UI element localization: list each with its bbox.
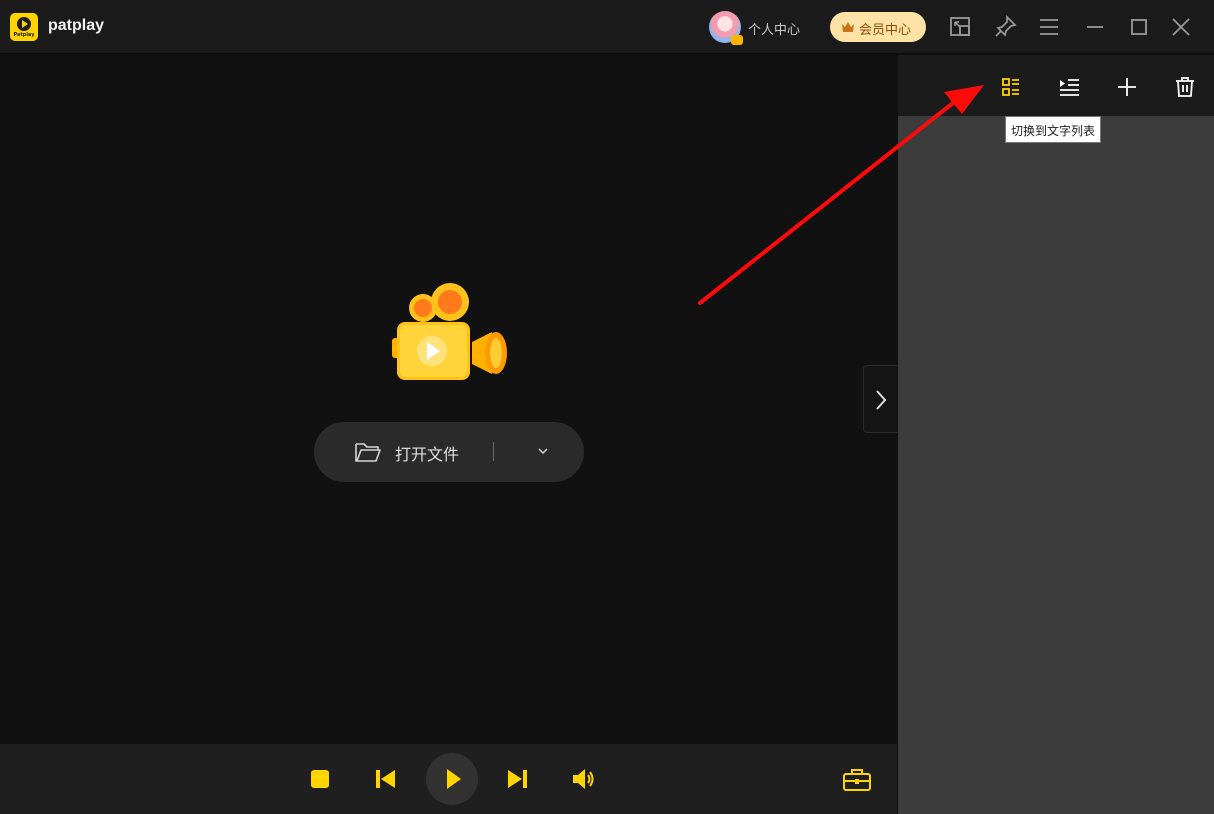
play-icon[interactable] — [426, 753, 478, 805]
divider — [493, 442, 494, 461]
list-view-icon[interactable] — [999, 75, 1023, 99]
playlist-panel[interactable] — [898, 55, 1214, 814]
vip-center-label: 会员中心 — [859, 23, 912, 38]
open-file-label: 打开文件 — [395, 445, 460, 464]
maximize-icon[interactable] — [1126, 14, 1152, 40]
tooltip: 切换到文字列表 — [1005, 116, 1102, 143]
avatar[interactable] — [709, 11, 743, 45]
vip-badge-icon — [731, 35, 743, 45]
next-icon[interactable] — [507, 768, 529, 790]
video-area[interactable] — [0, 55, 897, 744]
pin-icon[interactable] — [993, 14, 1019, 40]
control-bar — [0, 744, 897, 814]
toolbox-icon[interactable] — [842, 768, 872, 792]
vip-center-button[interactable]: 会员中心 — [830, 12, 926, 42]
app-logo: Patplay — [10, 13, 38, 41]
crown-icon — [842, 22, 854, 32]
chevron-right-icon — [876, 390, 887, 410]
minimize-icon[interactable] — [1082, 14, 1108, 40]
menu-icon[interactable] — [1036, 14, 1062, 40]
folder-icon — [355, 443, 381, 462]
logo-text: Patplay — [13, 32, 35, 38]
previous-icon[interactable] — [374, 768, 396, 790]
mini-player-icon[interactable] — [948, 14, 974, 40]
open-file-button[interactable]: 打开文件 — [314, 422, 584, 482]
video-camera-icon — [392, 283, 507, 380]
user-center-link[interactable]: 个人中心 — [748, 19, 800, 38]
logo-play-icon — [17, 17, 31, 31]
playlist-toolbar — [898, 55, 1214, 116]
app-name: patplay — [48, 17, 105, 34]
title-bar: Patplay patplay 个人中心 会员中心 — [0, 0, 1214, 54]
volume-icon[interactable] — [572, 768, 596, 790]
play-order-icon[interactable] — [1057, 75, 1081, 99]
chevron-down-icon[interactable] — [536, 444, 550, 458]
delete-icon[interactable] — [1173, 75, 1197, 99]
stop-icon[interactable] — [310, 769, 330, 789]
add-icon[interactable] — [1115, 75, 1139, 99]
close-icon[interactable] — [1168, 14, 1194, 40]
collapse-sidebar-button[interactable] — [863, 365, 897, 433]
